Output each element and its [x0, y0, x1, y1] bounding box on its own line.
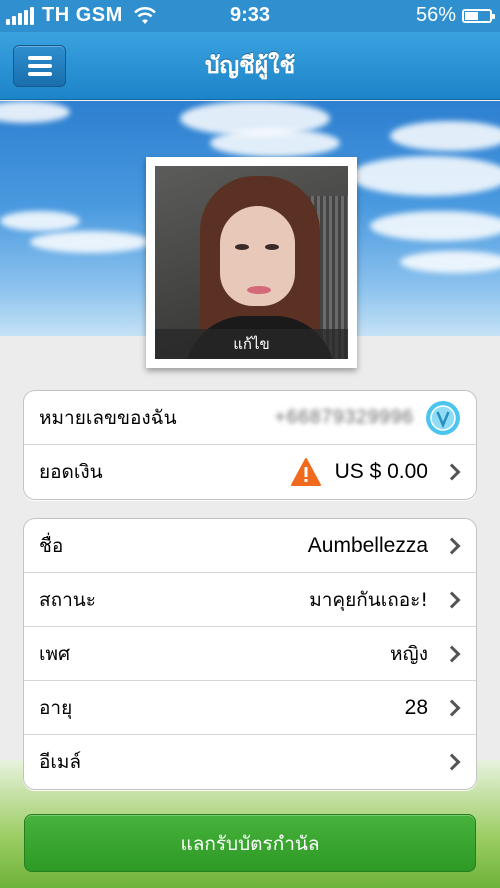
chevron-right-icon	[443, 463, 461, 481]
phone-label: หมายเลขของฉัน	[39, 406, 177, 429]
age-row[interactable]: อายุ 28	[24, 681, 476, 735]
name-label: ชื่อ	[39, 534, 64, 557]
chevron-right-icon	[443, 591, 461, 608]
edit-photo-button[interactable]: แก้ไข	[155, 329, 348, 359]
menu-button[interactable]	[13, 45, 66, 87]
chevron-right-icon	[443, 537, 461, 554]
verified-badge-icon	[425, 400, 461, 436]
status-row[interactable]: สถานะ มาคุยกันเถอะ!	[24, 573, 476, 627]
battery-percent: 56%	[415, 4, 456, 26]
chevron-right-icon	[443, 645, 461, 662]
gender-row[interactable]: เพศ หญิง	[24, 627, 476, 681]
phone-row: หมายเลขของฉัน +66879329996	[24, 391, 476, 445]
age-value: 28	[404, 695, 428, 719]
chevron-right-icon	[443, 699, 461, 716]
email-row[interactable]: อีเมล์	[24, 735, 476, 789]
hamburger-icon	[27, 56, 52, 60]
name-value: Aumbellezza	[307, 533, 428, 557]
battery-icon	[462, 8, 495, 23]
profile-photo[interactable]: แก้ไข	[146, 157, 357, 368]
redeem-voucher-button[interactable]: แลกรับบัตรกำนัล	[24, 814, 476, 872]
page-title: บัญชีผู้ใช้	[204, 53, 296, 79]
gender-label: เพศ	[39, 642, 71, 665]
email-label: อีเมล์	[39, 751, 82, 773]
phone-number: +66879329996	[274, 406, 414, 428]
account-group: หมายเลขของฉัน +66879329996 ยอดเงิน US $ …	[23, 390, 477, 500]
status-label: สถานะ	[39, 588, 96, 611]
status-value: มาคุยกันเถอะ!	[309, 588, 428, 611]
balance-label: ยอดเงิน	[39, 461, 103, 483]
name-row[interactable]: ชื่อ Aumbellezza	[24, 519, 476, 573]
balance-value: US $ 0.00	[334, 460, 428, 483]
avatar: แก้ไข	[155, 166, 348, 359]
warning-icon	[291, 458, 321, 486]
age-label: อายุ	[39, 696, 73, 719]
gender-value: หญิง	[390, 642, 428, 665]
profile-info-group: ชื่อ Aumbellezza สถานะ มาคุยกันเถอะ! เพศ…	[23, 518, 477, 790]
status-bar: TH GSM 9:33 56%	[0, 0, 500, 32]
balance-row[interactable]: ยอดเงิน US $ 0.00	[24, 445, 476, 499]
chevron-right-icon	[443, 753, 461, 771]
navigation-bar: บัญชีผู้ใช้	[0, 32, 500, 100]
